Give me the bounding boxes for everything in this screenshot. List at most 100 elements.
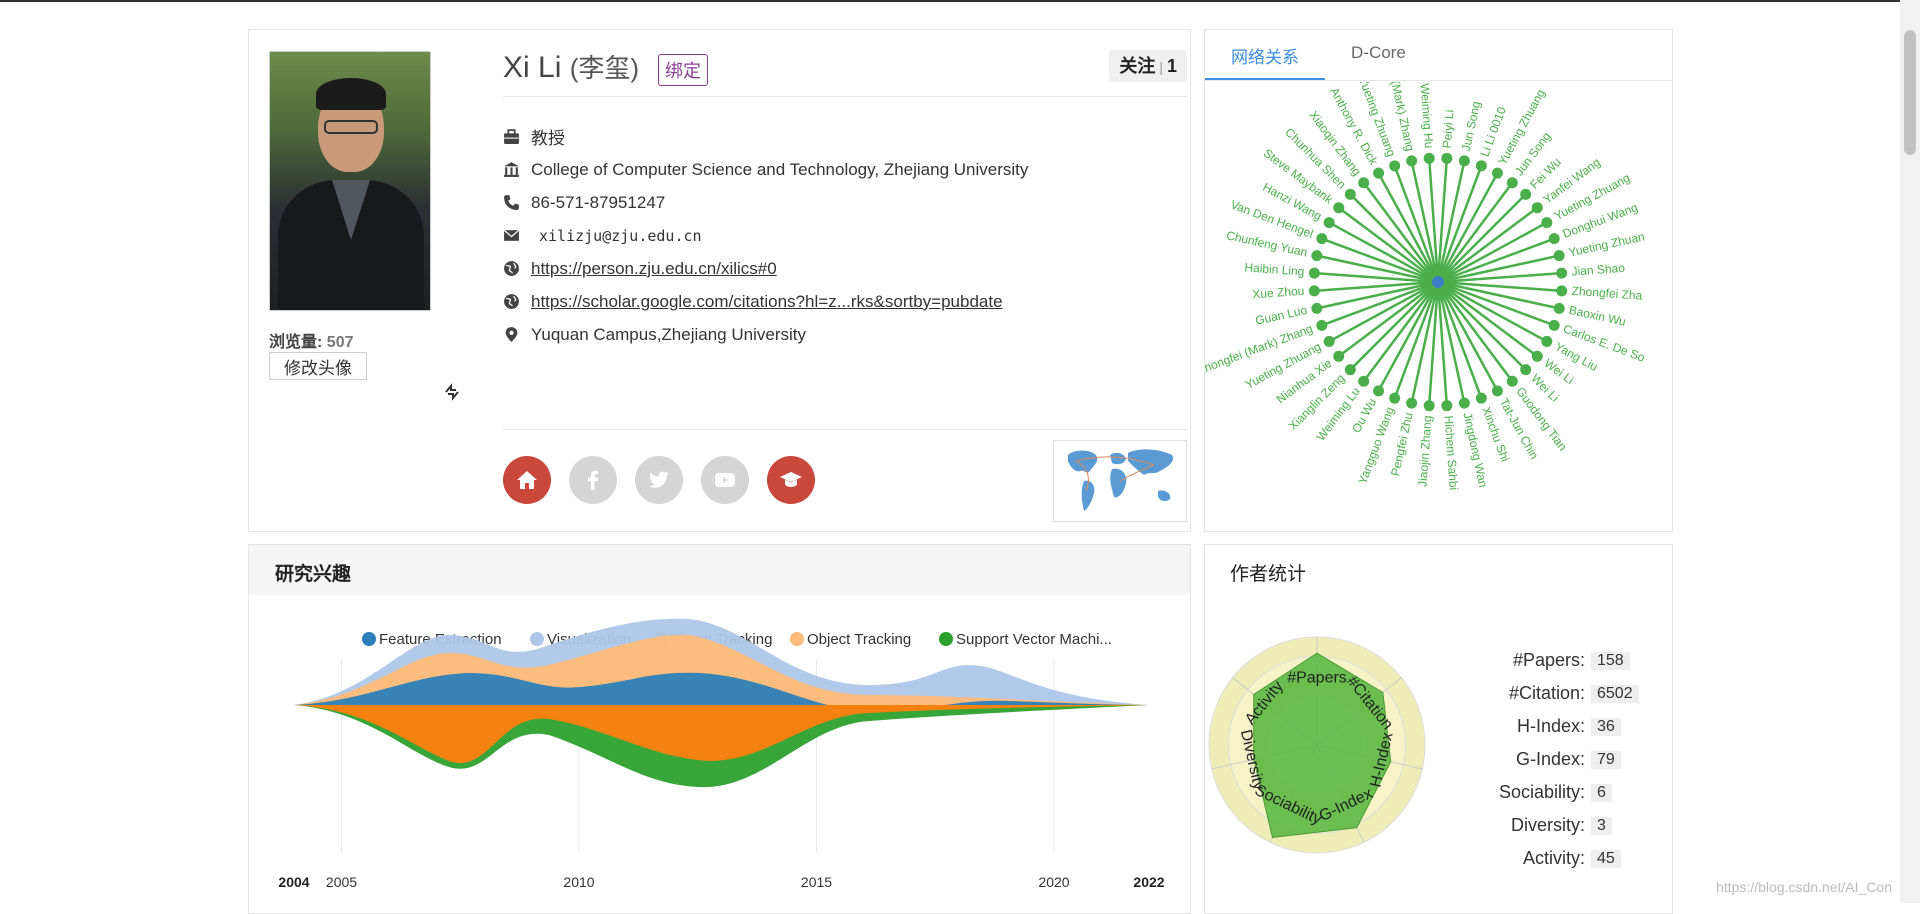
network-node[interactable] xyxy=(1491,167,1503,179)
tab-network[interactable]: 网络关系 xyxy=(1231,43,1299,68)
network-node[interactable] xyxy=(1548,233,1560,245)
network-node[interactable] xyxy=(1311,302,1323,314)
network-center-node[interactable] xyxy=(1432,276,1444,288)
network-node[interactable] xyxy=(1308,267,1320,279)
network-node[interactable] xyxy=(1358,375,1370,387)
network-node[interactable] xyxy=(1556,267,1568,279)
network-node-label[interactable]: Jun Song xyxy=(1459,100,1483,153)
network-node[interactable] xyxy=(1323,217,1335,229)
network-node[interactable] xyxy=(1323,335,1335,347)
bind-button[interactable]: 绑定 xyxy=(658,54,708,86)
network-node-label[interactable]: Jian Shao xyxy=(1571,261,1626,279)
network-edge xyxy=(1349,281,1439,371)
title-text: 教授 xyxy=(531,129,565,148)
network-node[interactable] xyxy=(1344,364,1356,376)
network-node[interactable] xyxy=(1520,364,1532,376)
network-node[interactable] xyxy=(1423,152,1435,164)
network-node[interactable] xyxy=(1531,350,1543,362)
follow-button[interactable]: 关注 | 1 xyxy=(1109,50,1187,82)
graduation-cap-icon xyxy=(780,472,802,487)
network-node[interactable] xyxy=(1441,152,1453,164)
metric-label: Diversity: xyxy=(1510,815,1585,835)
scrollbar-thumb[interactable] xyxy=(1904,30,1916,155)
network-node[interactable] xyxy=(1541,217,1553,229)
social-home[interactable] xyxy=(503,456,551,504)
network-node[interactable] xyxy=(1553,250,1565,262)
network-node[interactable] xyxy=(1373,385,1385,397)
stats-radar-chart[interactable]: #Papers#CitationH-IndexG-IndexSociabilit… xyxy=(1205,635,1445,875)
name-en: Xi Li xyxy=(503,51,562,84)
legend-swatch[interactable] xyxy=(939,632,953,646)
network-node[interactable] xyxy=(1308,285,1320,297)
network-node[interactable] xyxy=(1333,202,1345,214)
swap-icon[interactable] xyxy=(442,382,462,402)
network-node-label[interactable]: Zhongfei Zha xyxy=(1571,284,1643,303)
metric-value: 6 xyxy=(1591,783,1612,802)
metric-label: Activity: xyxy=(1522,848,1585,868)
legend-label[interactable]: Object Tracking xyxy=(807,631,911,648)
social-twitter[interactable] xyxy=(635,456,683,504)
network-node[interactable] xyxy=(1506,375,1518,387)
network-node[interactable] xyxy=(1475,392,1487,404)
network-node[interactable] xyxy=(1553,302,1565,314)
metric-row: #Citation: 6502 xyxy=(1455,677,1639,710)
tab-dcore[interactable]: D-Core xyxy=(1351,43,1406,63)
legend-swatch[interactable] xyxy=(362,632,376,646)
network-node[interactable] xyxy=(1548,319,1560,331)
network-node[interactable] xyxy=(1344,188,1356,200)
legend-label[interactable]: Support Vector Machi... xyxy=(956,631,1112,648)
network-node[interactable] xyxy=(1311,250,1323,262)
network-node[interactable] xyxy=(1358,177,1370,189)
network-node[interactable] xyxy=(1491,385,1503,397)
network-node[interactable] xyxy=(1541,335,1553,347)
phone-text: 86-571-87951247 xyxy=(531,192,666,212)
network-node-label[interactable]: Jiaojin Zhang xyxy=(1415,415,1434,487)
network-node[interactable] xyxy=(1333,350,1345,362)
network-node[interactable] xyxy=(1406,397,1418,409)
social-scholar[interactable] xyxy=(767,456,815,504)
social-youtube[interactable] xyxy=(701,456,749,504)
network-node[interactable] xyxy=(1458,155,1470,167)
photo-glasses xyxy=(324,120,378,134)
view-count-value: 507 xyxy=(326,334,354,351)
network-node-label[interactable]: Haibin Ling xyxy=(1244,260,1305,278)
network-node[interactable] xyxy=(1406,155,1418,167)
interest-streamgraph[interactable]: Feature ExtractionVisualizationVisual Tr… xyxy=(249,597,1190,913)
network-node[interactable] xyxy=(1423,400,1435,412)
author-stats-card: 作者统计 #Papers #Citation H-Index G-Index Socia… xyxy=(1204,544,1673,914)
metric-label: #Papers: xyxy=(1512,650,1585,670)
network-node[interactable] xyxy=(1475,160,1487,172)
profile-info: 教授 College of Computer Science and Techn… xyxy=(503,120,1187,351)
legend-swatch[interactable] xyxy=(530,632,544,646)
network-node-label[interactable]: Peiyi Li xyxy=(1440,109,1457,149)
network-node[interactable] xyxy=(1458,397,1470,409)
network-node[interactable] xyxy=(1316,319,1328,331)
phone-icon xyxy=(504,195,519,210)
network-node[interactable] xyxy=(1389,160,1401,172)
network-node-label[interactable]: Hichem Sahbi xyxy=(1441,415,1460,491)
metric-label: G-Index: xyxy=(1515,749,1585,769)
edit-photo-button[interactable]: 修改头像 xyxy=(269,352,367,380)
network-node[interactable] xyxy=(1531,202,1543,214)
globe-icon xyxy=(504,261,519,276)
network-node[interactable] xyxy=(1506,177,1518,189)
network-node[interactable] xyxy=(1373,167,1385,179)
world-map-thumbnail[interactable] xyxy=(1053,440,1187,522)
page-scrollbar[interactable] xyxy=(1900,0,1920,903)
social-facebook[interactable] xyxy=(569,456,617,504)
coauthor-network-graph[interactable]: Peiyi Li Jun SongLi Li 0010Yueting Zhuang… xyxy=(1205,82,1672,531)
network-node[interactable] xyxy=(1441,400,1453,412)
profile-card: 浏览量: 507 修改头像 Xi Li (李玺) 绑定 关注 | 1 教授 Coll… xyxy=(248,29,1191,532)
institution-icon xyxy=(504,162,519,177)
network-node-label[interactable]: Xue Zhou xyxy=(1252,284,1305,302)
legend-swatch[interactable] xyxy=(790,632,804,646)
homepage-link[interactable]: https://person.zju.edu.cn/xilics#0 xyxy=(531,259,777,279)
network-node[interactable] xyxy=(1520,188,1532,200)
network-node[interactable] xyxy=(1316,233,1328,245)
network-node[interactable] xyxy=(1389,392,1401,404)
metric-label: Sociability: xyxy=(1498,782,1585,802)
network-node[interactable] xyxy=(1556,285,1568,297)
network-node-label[interactable]: Weiming Hu xyxy=(1418,83,1437,149)
scholar-link[interactable]: https://scholar.google.com/citations?hl=… xyxy=(531,292,1003,312)
metric-value: 6502 xyxy=(1591,684,1639,703)
